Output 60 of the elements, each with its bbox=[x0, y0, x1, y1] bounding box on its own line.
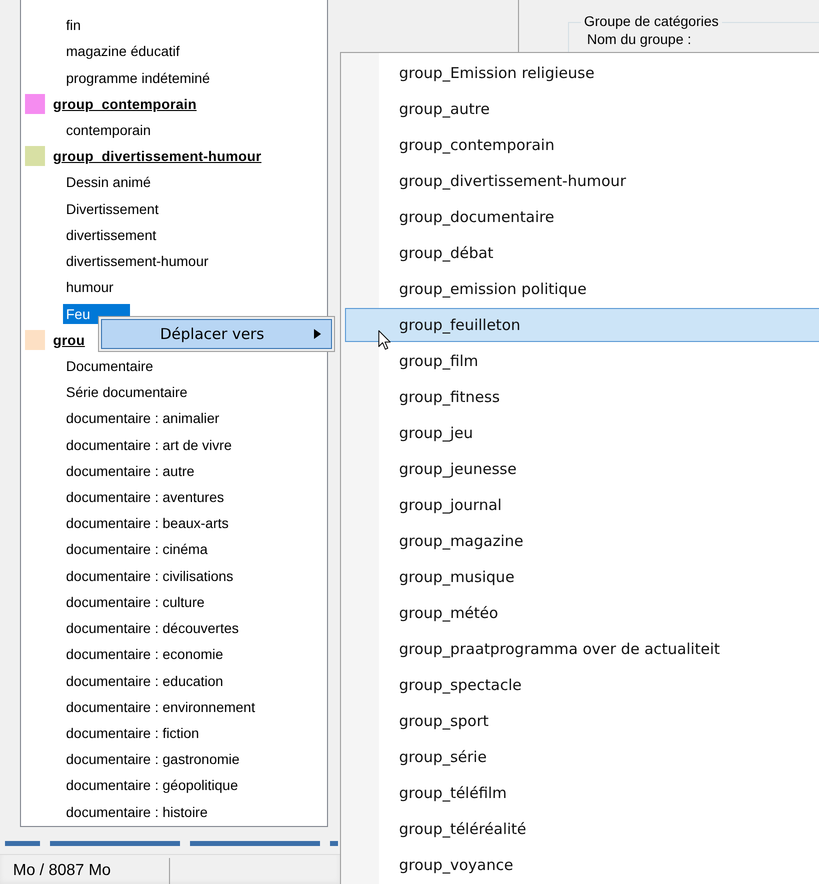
tree-item[interactable]: documentaire : art de vivre bbox=[63, 434, 235, 455]
submenu-item[interactable]: group_spectacle bbox=[345, 668, 819, 702]
tree-item[interactable]: humour bbox=[63, 277, 116, 298]
submenu-item[interactable]: group_feuilleton bbox=[345, 308, 819, 342]
tree-item[interactable]: documentaire : fiction bbox=[63, 723, 202, 744]
submenu-item[interactable]: group_série bbox=[345, 740, 819, 774]
submenu-item[interactable]: group_musique bbox=[345, 560, 819, 594]
submenu-item[interactable]: group_autre bbox=[345, 92, 819, 126]
progress-segment bbox=[330, 841, 338, 846]
submenu-item[interactable]: group_contemporain bbox=[345, 128, 819, 162]
tree-item[interactable]: Série documentaire bbox=[63, 382, 190, 402]
group-label[interactable]: group_contemporain bbox=[53, 96, 197, 112]
submenu-item[interactable]: group_sport bbox=[345, 704, 819, 738]
submenu-item[interactable]: group_divertissement-humour bbox=[345, 164, 819, 198]
group-label[interactable]: grou bbox=[53, 332, 85, 348]
submenu-item[interactable]: group_jeu bbox=[345, 416, 819, 450]
tree-item[interactable]: documentaire : beaux-arts bbox=[63, 513, 232, 534]
tree-item[interactable]: documentaire : cinéma bbox=[63, 539, 211, 560]
tree-item[interactable]: fin bbox=[63, 15, 84, 36]
progress-segment bbox=[5, 841, 40, 846]
submenu-item[interactable]: group_emission politique bbox=[345, 272, 819, 306]
tree-item[interactable]: documentaire : civilisations bbox=[63, 566, 236, 586]
group-name-label: Nom du groupe : bbox=[587, 31, 692, 47]
menu-item[interactable]: Déplacer vers bbox=[101, 319, 332, 349]
submenu-item[interactable]: group_téléréalité bbox=[345, 812, 819, 846]
memory-usage: Mo / 8087 Mo bbox=[12, 862, 112, 880]
tree-item[interactable]: divertissement bbox=[63, 224, 160, 245]
mouse-cursor-icon bbox=[378, 330, 392, 352]
tree-item[interactable]: magazine éducatif bbox=[63, 41, 183, 62]
submenu-item[interactable]: group_voyance bbox=[345, 848, 819, 882]
submenu-item[interactable]: group_jeunesse bbox=[345, 452, 819, 486]
tree-item[interactable]: documentaire : culture bbox=[63, 592, 208, 612]
tree-item[interactable]: documentaire : economie bbox=[63, 644, 226, 664]
tree-item[interactable]: contemporain bbox=[63, 120, 154, 140]
tree-item[interactable]: Documentaire bbox=[63, 356, 156, 376]
submenu-item[interactable]: group_téléfilm bbox=[345, 776, 819, 810]
submenu-item[interactable]: group_documentaire bbox=[345, 200, 819, 234]
submenu-item[interactable]: group_magazine bbox=[345, 524, 819, 558]
submenu-item[interactable]: group_praatprogramma over de actualiteit bbox=[345, 632, 819, 666]
group-box-title: Groupe de catégories bbox=[581, 13, 722, 29]
tree-item[interactable]: Divertissement bbox=[63, 198, 162, 219]
tree-item[interactable]: documentaire : géopolitique bbox=[63, 775, 242, 796]
tree-item[interactable]: documentaire : education bbox=[63, 670, 226, 691]
submenu-item[interactable]: group_film bbox=[345, 344, 819, 378]
tree-item[interactable]: divertissement-humour bbox=[63, 251, 212, 272]
tree-item[interactable]: documentaire : aventures bbox=[63, 487, 227, 508]
submenu-item[interactable]: group_journal bbox=[345, 488, 819, 522]
submenu-item[interactable]: group_Emission religieuse bbox=[345, 56, 819, 90]
tree-item[interactable]: Dessin animé bbox=[63, 172, 154, 192]
tree-item[interactable]: documentaire : environnement bbox=[63, 696, 258, 717]
submenu-item[interactable]: group_fitness bbox=[345, 380, 819, 414]
tree-item[interactable]: documentaire : autre bbox=[63, 460, 198, 481]
tree-item[interactable]: documentaire : gastronomie bbox=[63, 749, 243, 770]
tree-item[interactable]: programme indéteminé bbox=[63, 68, 213, 88]
tree-item[interactable]: documentaire : découvertes bbox=[63, 618, 242, 638]
group-label[interactable]: group_divertissement-humour bbox=[53, 148, 262, 164]
tree-item[interactable]: documentaire : histoire bbox=[63, 802, 211, 822]
submenu-item[interactable]: group_débat bbox=[345, 236, 819, 270]
tree-item[interactable]: documentaire : animalier bbox=[63, 408, 222, 428]
submenu-item[interactable]: group_météo bbox=[345, 596, 819, 630]
